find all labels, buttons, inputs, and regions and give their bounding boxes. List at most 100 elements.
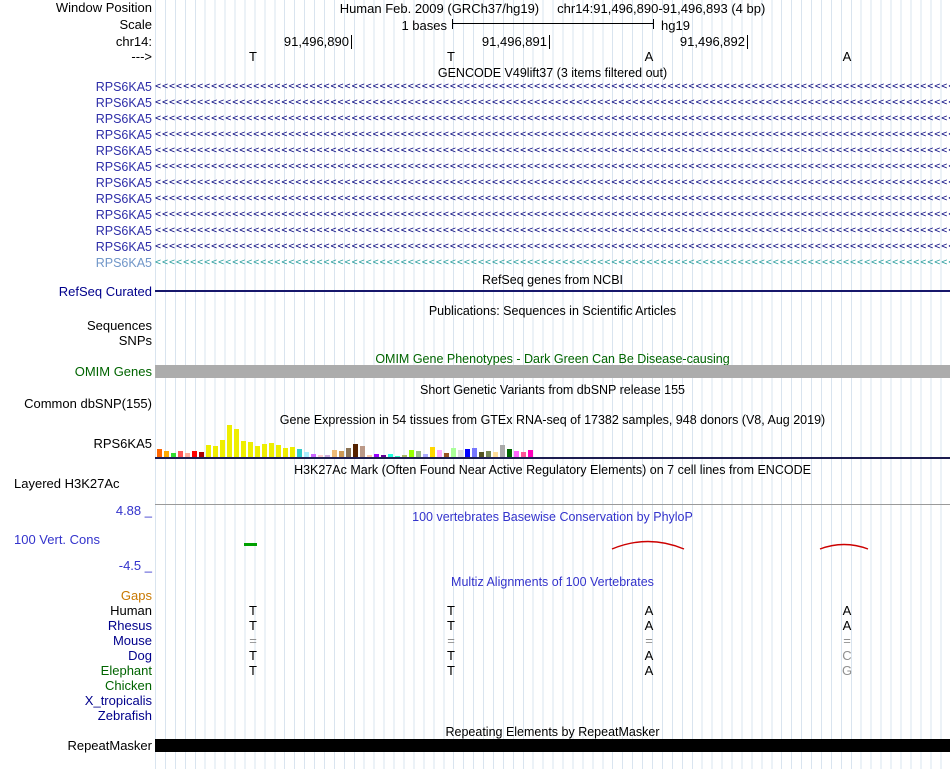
gencode-item-label[interactable]: RPS6KA5 <box>0 128 152 142</box>
alignment-base: A <box>644 618 654 633</box>
species-label-chicken[interactable]: Chicken <box>0 679 152 693</box>
coordinate-tick: 91,496,892 <box>680 35 748 49</box>
repeatmasker-track-title: Repeating Elements by RepeatMasker <box>445 725 660 739</box>
refseq-gene-item[interactable] <box>155 290 950 292</box>
alignment-base: A <box>842 603 852 618</box>
alignment-base: T <box>249 648 257 663</box>
reference-base: T <box>249 49 257 64</box>
gtex-baseline <box>155 457 950 459</box>
repeatmasker-track-label[interactable]: RepeatMasker <box>0 739 152 753</box>
window-position-header: Human Feb. 2009 (GRCh37/hg19) chr14:91,4… <box>155 1 950 16</box>
species-label-mouse[interactable]: Mouse <box>0 634 152 648</box>
gtex-tissue-bar[interactable] <box>220 440 225 458</box>
phylop-min-label: -4.5 _ <box>118 558 152 573</box>
gencode-item-label[interactable]: RPS6KA5 <box>0 224 152 238</box>
snps-track-label[interactable]: SNPs <box>0 334 152 348</box>
alignment-base: T <box>249 618 257 633</box>
gtex-tissue-bar[interactable] <box>227 425 232 458</box>
gtex-bar-chart[interactable] <box>157 424 533 458</box>
repeatmasker-item[interactable] <box>155 739 950 752</box>
reference-base: A <box>842 49 852 64</box>
h3k27ac-track-title: H3K27Ac Mark (Often Found Near Active Re… <box>294 463 811 477</box>
strand-arrow-label: ---> <box>131 49 152 64</box>
alignment-base: T <box>447 648 455 663</box>
gencode-transcript[interactable]: <<<<<<<<<<<<<<<<<<<<<<<<<<<<<<<<<<<<<<<<… <box>155 192 950 206</box>
omim-genes-label[interactable]: OMIM Genes <box>0 365 152 379</box>
alignment-base: T <box>249 663 257 678</box>
chrom-label: chr14: <box>115 34 152 49</box>
gencode-item-label[interactable]: RPS6KA5 <box>0 160 152 174</box>
gencode-item-label[interactable]: RPS6KA5 <box>0 256 152 270</box>
gtex-tissue-bar[interactable] <box>262 444 267 458</box>
alignment-base: T <box>447 603 455 618</box>
window-position-label: Window Position <box>55 0 152 15</box>
alignment-base: = <box>249 633 257 648</box>
alignment-base: = <box>645 633 653 648</box>
gencode-transcript[interactable]: <<<<<<<<<<<<<<<<<<<<<<<<<<<<<<<<<<<<<<<<… <box>155 160 950 174</box>
gtex-tissue-bar[interactable] <box>241 441 246 458</box>
gtex-tissue-bar[interactable] <box>353 444 358 458</box>
scale-label: Scale <box>119 17 152 32</box>
alignment-base: T <box>249 603 257 618</box>
phylop-track-label[interactable]: 100 Vert. Cons <box>14 533 100 547</box>
gencode-transcript[interactable]: <<<<<<<<<<<<<<<<<<<<<<<<<<<<<<<<<<<<<<<<… <box>155 240 950 254</box>
multiz-track-title: Multiz Alignments of 100 Vertebrates <box>451 575 654 589</box>
gtex-tissue-bar[interactable] <box>269 443 274 458</box>
gtex-gene-label[interactable]: RPS6KA5 <box>0 437 152 451</box>
omim-track-title: OMIM Gene Phenotypes - Dark Green Can Be… <box>375 352 730 366</box>
alignment-base: A <box>644 648 654 663</box>
genome-version: hg19 <box>661 18 690 33</box>
scale-value: 1 bases <box>401 18 447 33</box>
species-label-gaps[interactable]: Gaps <box>0 589 152 603</box>
coordinate-tick: 91,496,890 <box>284 35 352 49</box>
phylop-positive-mark <box>244 543 257 546</box>
gencode-item-label[interactable]: RPS6KA5 <box>0 80 152 94</box>
gencode-item-label[interactable]: RPS6KA5 <box>0 176 152 190</box>
gencode-track-title: GENCODE V49lift37 (3 items filtered out) <box>437 66 668 80</box>
species-label-human[interactable]: Human <box>0 604 152 618</box>
omim-gene-item[interactable] <box>155 365 950 378</box>
dbsnp-track-label[interactable]: Common dbSNP(155) <box>0 397 152 411</box>
gencode-transcript[interactable]: <<<<<<<<<<<<<<<<<<<<<<<<<<<<<<<<<<<<<<<<… <box>155 112 950 126</box>
species-label-rhesus[interactable]: Rhesus <box>0 619 152 633</box>
gencode-transcript[interactable]: <<<<<<<<<<<<<<<<<<<<<<<<<<<<<<<<<<<<<<<<… <box>155 96 950 110</box>
species-label-elephant[interactable]: Elephant <box>0 664 152 678</box>
gencode-item-label[interactable]: RPS6KA5 <box>0 240 152 254</box>
species-label-zebrafish[interactable]: Zebrafish <box>0 709 152 723</box>
gencode-item-label[interactable]: RPS6KA5 <box>0 208 152 222</box>
gencode-transcript[interactable]: <<<<<<<<<<<<<<<<<<<<<<<<<<<<<<<<<<<<<<<<… <box>155 208 950 222</box>
gencode-transcript[interactable]: <<<<<<<<<<<<<<<<<<<<<<<<<<<<<<<<<<<<<<<<… <box>155 224 950 238</box>
gencode-transcript[interactable]: <<<<<<<<<<<<<<<<<<<<<<<<<<<<<<<<<<<<<<<<… <box>155 80 950 94</box>
phylop-wiggle[interactable] <box>155 520 950 572</box>
alignment-base: = <box>447 633 455 648</box>
alignment-base: T <box>447 663 455 678</box>
species-label-x_tropicalis[interactable]: X_tropicalis <box>0 694 152 708</box>
gencode-item-label[interactable]: RPS6KA5 <box>0 96 152 110</box>
position-range: chr14:91,496,890-91,496,893 (4 bp) <box>557 1 766 16</box>
alignment-base: T <box>447 618 455 633</box>
phylop-max-label: 4.88 _ <box>115 503 152 518</box>
gtex-tissue-bar[interactable] <box>234 429 239 458</box>
phylop-negative-arc <box>611 540 685 550</box>
gencode-item-label[interactable]: RPS6KA5 <box>0 112 152 126</box>
alignment-base: C <box>842 648 852 663</box>
gtex-tissue-bar[interactable] <box>248 442 253 458</box>
gencode-transcript[interactable]: <<<<<<<<<<<<<<<<<<<<<<<<<<<<<<<<<<<<<<<<… <box>155 176 950 190</box>
species-label-dog[interactable]: Dog <box>0 649 152 663</box>
phylop-negative-arc <box>819 543 869 550</box>
sequences-track-label[interactable]: Sequences <box>0 319 152 333</box>
gencode-transcript[interactable]: <<<<<<<<<<<<<<<<<<<<<<<<<<<<<<<<<<<<<<<<… <box>155 144 950 158</box>
alignment-base: A <box>842 618 852 633</box>
gencode-item-label[interactable]: RPS6KA5 <box>0 144 152 158</box>
reference-base: T <box>447 49 455 64</box>
gencode-transcript[interactable]: <<<<<<<<<<<<<<<<<<<<<<<<<<<<<<<<<<<<<<<<… <box>155 128 950 142</box>
dbsnp-track-title: Short Genetic Variants from dbSNP releas… <box>420 383 685 397</box>
alignment-base: A <box>644 663 654 678</box>
gencode-transcript[interactable]: <<<<<<<<<<<<<<<<<<<<<<<<<<<<<<<<<<<<<<<<… <box>155 256 950 270</box>
refseq-curated-label[interactable]: RefSeq Curated <box>0 285 152 299</box>
scale-bar <box>452 19 654 29</box>
gencode-item-label[interactable]: RPS6KA5 <box>0 192 152 206</box>
genome-browser-view: Window Position Scale chr14: ---> Human … <box>0 0 950 769</box>
reference-base: A <box>644 49 654 64</box>
h3k27ac-track-label[interactable]: Layered H3K27Ac <box>14 477 120 491</box>
